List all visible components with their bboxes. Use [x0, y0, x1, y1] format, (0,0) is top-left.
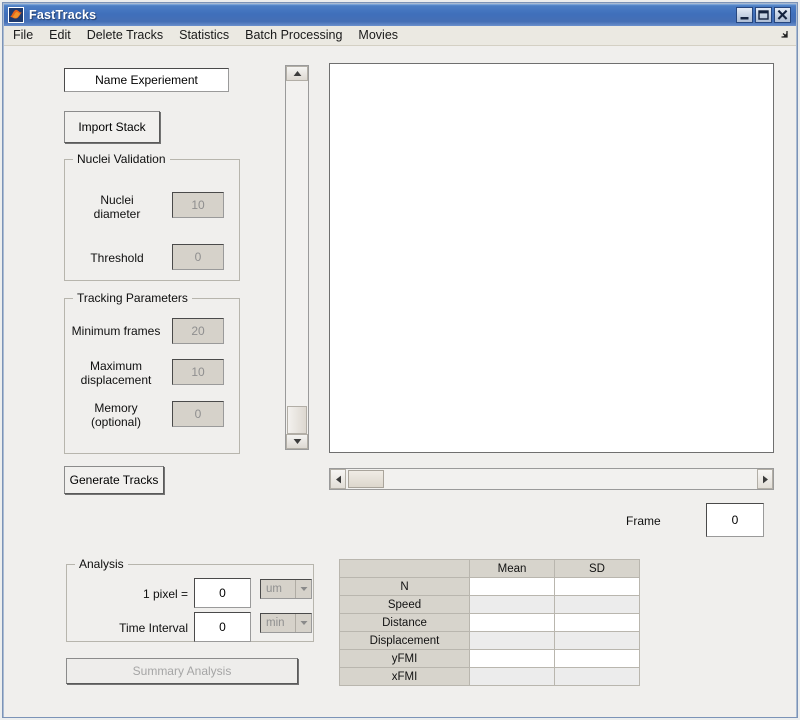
table-cell-n-mean[interactable]: [469, 577, 555, 596]
scroll-down-arrow-icon[interactable]: [286, 434, 308, 449]
fasttracks-application-window: FastTracks File Edit Delete Tracks Stati…: [0, 0, 800, 720]
chevron-down-icon[interactable]: [295, 580, 311, 598]
table-cell-xfmi-mean[interactable]: [469, 667, 555, 686]
minimum-frames-label: Minimum frames: [71, 324, 161, 338]
generate-tracks-button[interactable]: Generate Tracks: [64, 466, 164, 494]
table-cell-distance-sd[interactable]: [554, 613, 640, 632]
time-interval-input[interactable]: 0: [194, 612, 251, 642]
table-row: xFMI: [339, 667, 640, 686]
maximize-button[interactable]: [755, 7, 772, 23]
frame-input[interactable]: 0: [706, 503, 764, 537]
table-cell-displacement-mean[interactable]: [469, 631, 555, 650]
threshold-label: Threshold: [90, 251, 144, 265]
minimum-frames-input[interactable]: 20: [172, 318, 224, 344]
table-header-row: Mean SD: [339, 559, 640, 578]
table-row: Distance: [339, 613, 640, 632]
table-cell-yfmi-sd[interactable]: [554, 649, 640, 668]
table-header-mean: Mean: [469, 559, 555, 578]
pixel-unit-dropdown[interactable]: um: [260, 579, 312, 599]
menu-item-delete-tracks[interactable]: Delete Tracks: [80, 26, 170, 45]
table-cell-speed-sd[interactable]: [554, 595, 640, 614]
table-row-header-yfmi: yFMI: [339, 649, 470, 668]
viewer-horizontal-scrollbar[interactable]: [329, 468, 774, 490]
table-row-header-distance: Distance: [339, 613, 470, 632]
memory-label: Memory (optional): [90, 401, 142, 429]
vertical-scrollbar-thumb[interactable]: [287, 406, 307, 434]
menu-overflow-arrow-icon[interactable]: [779, 29, 789, 42]
tracking-parameters-title: Tracking Parameters: [73, 291, 192, 305]
table-cell-displacement-sd[interactable]: [554, 631, 640, 650]
table-cell-distance-mean[interactable]: [469, 613, 555, 632]
menu-bar: File Edit Delete Tracks Statistics Batch…: [4, 26, 796, 46]
table-row: yFMI: [339, 649, 640, 668]
table-corner-cell: [339, 559, 470, 578]
table-row: Speed: [339, 595, 640, 614]
table-row-header-n: N: [339, 577, 470, 596]
analysis-title: Analysis: [75, 557, 128, 571]
nuclei-diameter-input[interactable]: 10: [172, 192, 224, 218]
window-title: FastTracks: [29, 8, 97, 22]
minimize-button[interactable]: [736, 7, 753, 23]
menu-item-file[interactable]: File: [6, 26, 40, 45]
time-interval-label: Time Interval: [119, 621, 188, 635]
summary-analysis-button[interactable]: Summary Analysis: [66, 658, 298, 684]
frame-label: Frame: [626, 514, 661, 528]
window-frame: FastTracks File Edit Delete Tracks Stati…: [2, 2, 798, 718]
time-unit-value: min: [266, 617, 285, 629]
table-cell-xfmi-sd[interactable]: [554, 667, 640, 686]
table-cell-yfmi-mean[interactable]: [469, 649, 555, 668]
menu-item-edit[interactable]: Edit: [42, 26, 78, 45]
table-cell-speed-mean[interactable]: [469, 595, 555, 614]
table-row: Displacement: [339, 631, 640, 650]
threshold-input[interactable]: 0: [172, 244, 224, 270]
matlab-membrane-icon: [8, 7, 24, 23]
close-button[interactable]: [774, 7, 791, 23]
time-unit-dropdown[interactable]: min: [260, 613, 312, 633]
title-bar[interactable]: FastTracks: [4, 4, 796, 26]
maximum-displacement-input[interactable]: 10: [172, 359, 224, 385]
table-row: N: [339, 577, 640, 596]
memory-input[interactable]: 0: [172, 401, 224, 427]
table-header-sd: SD: [554, 559, 640, 578]
horizontal-scrollbar-thumb[interactable]: [348, 470, 384, 488]
maximum-displacement-label: Maximum displacement: [80, 359, 152, 387]
table-row-header-displacement: Displacement: [339, 631, 470, 650]
pixel-scale-input[interactable]: 0: [194, 578, 251, 608]
menu-item-batch-processing[interactable]: Batch Processing: [238, 26, 349, 45]
table-row-header-xfmi: xFMI: [339, 667, 470, 686]
table-cell-n-sd[interactable]: [554, 577, 640, 596]
window-controls: [736, 7, 791, 23]
nuclei-diameter-label: Nuclei diameter: [93, 193, 141, 221]
results-table: Mean SD N Speed Distance Displacement yF…: [339, 559, 640, 686]
viewer-vertical-scrollbar[interactable]: [285, 65, 309, 450]
experiment-name-input[interactable]: Name Experiement: [64, 68, 229, 92]
client-area: Name Experiement Import Stack Nuclei Val…: [4, 46, 796, 717]
menu-item-statistics[interactable]: Statistics: [172, 26, 236, 45]
chevron-down-icon[interactable]: [295, 614, 311, 632]
scroll-left-arrow-icon[interactable]: [330, 469, 346, 489]
image-display-axes[interactable]: [329, 63, 774, 453]
scroll-right-arrow-icon[interactable]: [757, 469, 773, 489]
import-stack-button[interactable]: Import Stack: [64, 111, 160, 143]
table-row-header-speed: Speed: [339, 595, 470, 614]
scroll-up-arrow-icon[interactable]: [286, 66, 308, 81]
menu-item-movies[interactable]: Movies: [351, 26, 405, 45]
pixel-scale-label: 1 pixel =: [142, 587, 188, 601]
nuclei-validation-title: Nuclei Validation: [73, 152, 170, 166]
pixel-unit-value: um: [266, 583, 282, 595]
